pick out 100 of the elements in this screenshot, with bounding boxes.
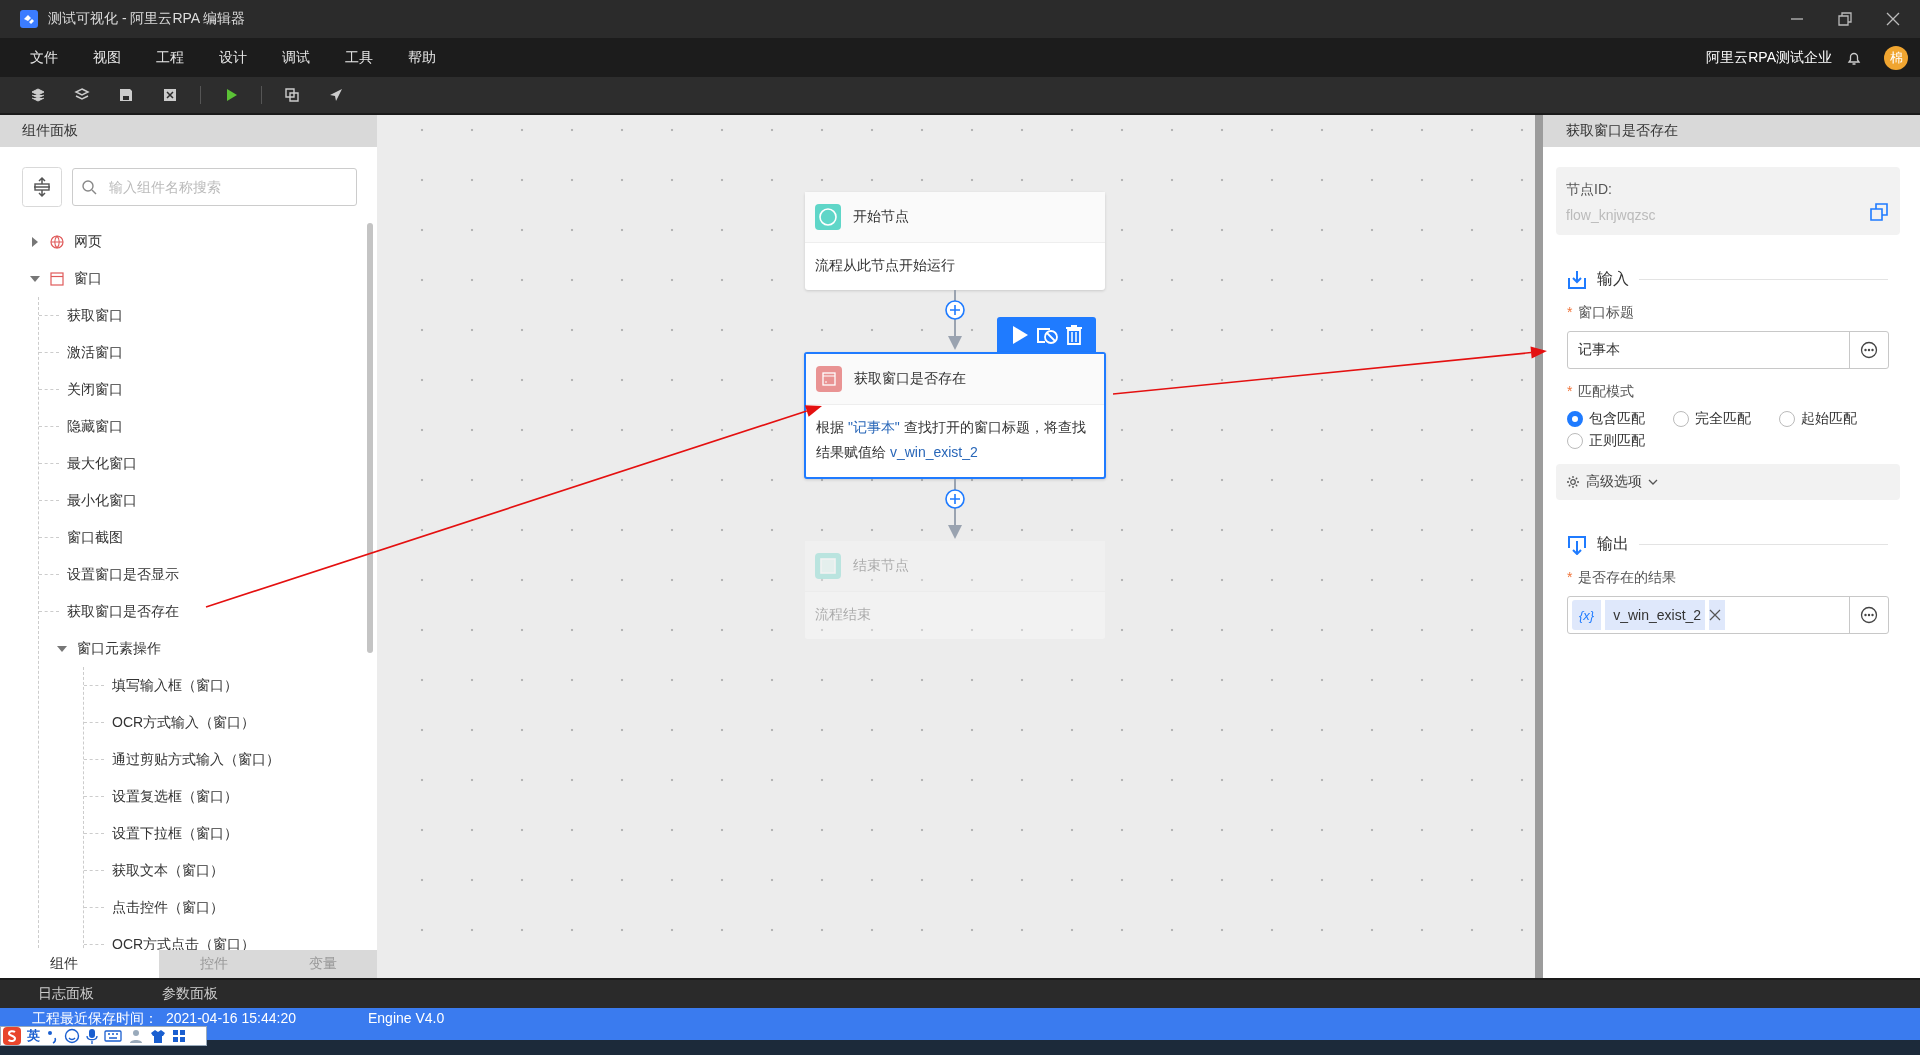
radio-label[interactable]: 完全匹配: [1695, 410, 1751, 428]
tree-item[interactable]: 最小化窗口: [67, 491, 137, 510]
tree-item[interactable]: 隐藏窗口: [67, 417, 123, 436]
ime-logo-icon[interactable]: [3, 1027, 21, 1045]
tree-item[interactable]: 窗口: [74, 269, 102, 288]
flow-node[interactable]: 开始节点 流程从此节点开始运行: [805, 192, 1105, 290]
variable-field[interactable]: {x} v_win_exist_2: [1567, 596, 1889, 634]
node-description: 流程结束: [814, 605, 872, 624]
tree-item[interactable]: 填写输入框（窗口）: [112, 676, 238, 695]
emoji-icon[interactable]: [64, 1028, 80, 1044]
radio-button[interactable]: [1779, 411, 1795, 427]
radio-button[interactable]: [1673, 411, 1689, 427]
tree-item[interactable]: 网页: [74, 232, 102, 251]
engine-version: Engine V4.0: [368, 1010, 445, 1026]
add-step-icon[interactable]: [945, 300, 965, 320]
microphone-icon[interactable]: [86, 1028, 98, 1044]
close-icon[interactable]: [1886, 12, 1900, 26]
tree-item[interactable]: 获取窗口是否存在: [67, 602, 179, 621]
caret-down-icon[interactable]: [30, 273, 40, 284]
node-description: 根据 "记事本" 查找打开的窗口标题，将查找结果赋值给 v_win_exist_2: [815, 418, 1087, 462]
panel-tab[interactable]: 日志面板: [0, 985, 94, 1003]
play-icon[interactable]: [1010, 324, 1029, 345]
tree-item[interactable]: OCR方式输入（窗口）: [112, 713, 256, 732]
menu-item[interactable]: 设计: [207, 48, 259, 67]
settings-icon: [1566, 475, 1580, 489]
tree-item[interactable]: 通过剪贴方式输入（窗口）: [112, 750, 280, 769]
tree-item[interactable]: 设置复选框（窗口）: [112, 787, 238, 806]
search-icon: [81, 179, 97, 195]
section-title: 输入: [1597, 269, 1629, 289]
keyboard-icon[interactable]: [104, 1029, 122, 1043]
window-icon: [50, 271, 64, 286]
layers-icon[interactable]: [74, 87, 90, 103]
tree-item[interactable]: 设置下拉框（窗口）: [112, 824, 238, 843]
layers-icon[interactable]: [30, 87, 46, 103]
grid-icon[interactable]: [172, 1029, 186, 1043]
input-icon: [1567, 269, 1587, 290]
field-label: 节点ID:: [1566, 181, 1613, 199]
node-description: 流程从此节点开始运行: [814, 256, 956, 275]
field-label: 匹配模式: [1578, 383, 1635, 401]
window-node-icon: [816, 366, 842, 392]
text-input[interactable]: 记事本: [1568, 332, 1849, 368]
tree-item[interactable]: 获取文本（窗口）: [112, 861, 224, 880]
required-mark: *: [1567, 569, 1573, 587]
search-field[interactable]: 输入组件名称搜索: [72, 168, 357, 206]
trash-icon[interactable]: [1064, 324, 1083, 345]
radio-label[interactable]: 起始匹配: [1801, 410, 1857, 428]
ime-mode[interactable]: 英: [27, 1027, 40, 1045]
flow-node[interactable]: 获取窗口是否存在 根据 "记事本" 查找打开的窗口标题，将查找结果赋值给 v_win_exist_2: [804, 352, 1106, 479]
more-icon: [1860, 341, 1878, 359]
app-logo-icon: [20, 10, 38, 28]
menu-item[interactable]: 调试: [270, 48, 322, 67]
menu-item[interactable]: 帮助: [396, 48, 448, 67]
add-step-icon[interactable]: [945, 489, 965, 509]
tree-item[interactable]: 最大化窗口: [67, 454, 137, 473]
variable-tag[interactable]: {x} v_win_exist_2: [1572, 600, 1726, 630]
tree-item[interactable]: 窗口截图: [67, 528, 123, 547]
close-file-icon[interactable]: [162, 87, 178, 103]
tree-item[interactable]: 窗口元素操作: [77, 639, 161, 658]
radio-button[interactable]: [1567, 411, 1583, 427]
copy-icon[interactable]: [284, 87, 300, 103]
radio-label[interactable]: 正则匹配: [1589, 432, 1645, 450]
section-title: 输出: [1597, 534, 1629, 554]
panel-header: 获取窗口是否存在: [1543, 115, 1920, 147]
save-time: 2021-04-16 15:44:20: [166, 1010, 296, 1026]
caret-right-icon[interactable]: [30, 236, 40, 247]
radio-label[interactable]: 包含匹配: [1589, 410, 1645, 428]
scrollbar[interactable]: [367, 223, 373, 653]
tree-item[interactable]: 设置窗口是否显示: [67, 565, 179, 584]
menu-item[interactable]: 文件: [18, 48, 70, 67]
field-label: 窗口标题: [1578, 304, 1635, 322]
tree-item[interactable]: 点击控件（窗口）: [112, 898, 224, 917]
required-mark: *: [1567, 383, 1573, 401]
panel-tab[interactable]: 参数面板: [124, 985, 218, 1003]
tree-item[interactable]: 获取窗口: [67, 306, 123, 325]
search-input[interactable]: 输入组件名称搜索: [107, 178, 356, 196]
company-name: 阿里云RPA测试企业: [1706, 48, 1832, 67]
punctuation-icon[interactable]: [46, 1028, 58, 1044]
tree-item[interactable]: 关闭窗口: [67, 380, 123, 399]
menu-item[interactable]: 工具: [333, 48, 385, 67]
copy-icon[interactable]: [1870, 203, 1888, 221]
advanced-options-toggle[interactable]: 高级选项: [1556, 464, 1900, 500]
variable-name: v_win_exist_2: [1605, 600, 1706, 630]
start-node-icon: [815, 204, 841, 230]
shirt-icon[interactable]: [150, 1028, 166, 1044]
menu-item[interactable]: 视图: [81, 48, 133, 67]
text-field[interactable]: 记事本: [1567, 331, 1889, 369]
caret-down-icon[interactable]: [57, 643, 67, 654]
node-title: 获取窗口是否存在: [854, 370, 966, 388]
variable-icon: {x}: [1572, 600, 1602, 630]
restore-icon[interactable]: [1838, 12, 1852, 26]
send-icon[interactable]: [328, 87, 344, 103]
tree-item[interactable]: 激活窗口: [67, 343, 123, 362]
remove-icon[interactable]: [1709, 600, 1726, 630]
save-icon[interactable]: [118, 87, 134, 103]
expand-collapse-icon[interactable]: [22, 167, 62, 207]
chevron-down-icon: [1648, 477, 1658, 487]
menu-item[interactable]: 工程: [144, 48, 196, 67]
radio-button[interactable]: [1567, 433, 1583, 449]
user-icon[interactable]: [128, 1028, 144, 1044]
globe-icon: [50, 234, 64, 249]
